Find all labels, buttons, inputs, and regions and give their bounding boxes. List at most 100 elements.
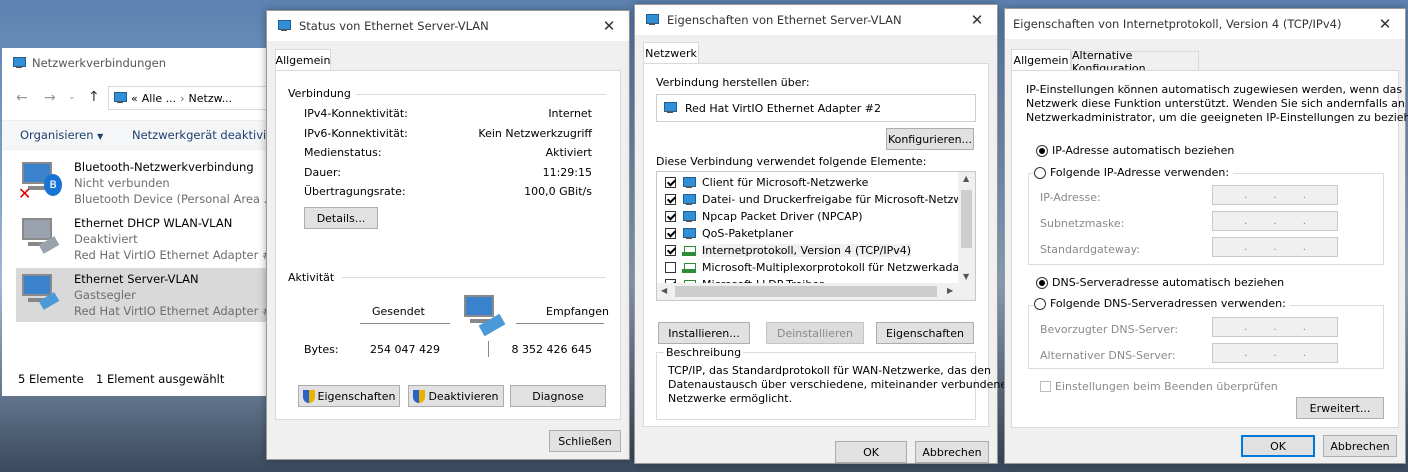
adapter-icon xyxy=(663,102,677,114)
duration-value: 11:29:15 xyxy=(542,166,592,179)
dns-auto-radio[interactable] xyxy=(1036,276,1048,289)
component-checkbox[interactable] xyxy=(665,177,676,188)
close-icon[interactable]: ✕ xyxy=(957,5,997,35)
dns-auto-option[interactable]: DNS-Serveradresse automatisch beziehen xyxy=(1036,276,1284,289)
close-button[interactable]: Schließen xyxy=(549,430,621,452)
connection-status: Deaktiviert xyxy=(74,232,138,246)
connection-item-ethernet-server[interactable]: Ethernet Server-VLAN Gastsegler Red Hat … xyxy=(16,268,279,322)
ip-auto-option[interactable]: IP-Adresse automatisch beziehen xyxy=(1036,144,1234,157)
shield-icon xyxy=(302,389,315,403)
ok-button[interactable]: OK xyxy=(835,441,907,463)
description-line: TCP/IP, das Standardprotokoll für WAN-Ne… xyxy=(668,364,991,377)
horizontal-scrollbar[interactable]: ◀ ▶ xyxy=(657,283,975,300)
cancel-button[interactable]: Abbrechen xyxy=(1323,435,1397,457)
component-checkbox[interactable] xyxy=(665,194,676,205)
tab-general[interactable]: Allgemein xyxy=(1011,49,1071,71)
address-item-all[interactable]: Alle ... xyxy=(142,92,176,105)
subnet-field[interactable]: ... xyxy=(1212,211,1338,231)
advanced-button[interactable]: Erweitert... xyxy=(1296,397,1384,419)
status-properties-button[interactable]: Eigenschaften xyxy=(298,385,400,407)
list-item[interactable]: Microsoft-Multiplexorprotokoll für Netzw… xyxy=(665,261,975,274)
validate-option[interactable]: Einstellungen beim Beenden überprüfen xyxy=(1040,380,1278,393)
properties-panel: Verbindung herstellen über: Red Hat Virt… xyxy=(643,63,1007,427)
properties-titlebar: Eigenschaften von Ethernet Server-VLAN ✕ xyxy=(635,5,997,35)
uninstall-button[interactable]: Deinstallieren xyxy=(766,322,864,344)
organize-menu[interactable]: Organisieren ▼ xyxy=(20,128,103,142)
ipv4-properties-dialog: Eigenschaften von Internetprotokoll, Ver… xyxy=(1004,8,1408,464)
alternate-dns-field[interactable]: ... xyxy=(1212,343,1338,363)
component-properties-button[interactable]: Eigenschaften xyxy=(876,322,974,344)
tab-general[interactable]: Allgemein xyxy=(275,49,331,71)
cancel-button[interactable]: Abbrechen xyxy=(915,441,989,463)
speed-value: 100,0 GBit/s xyxy=(524,185,592,198)
up-arrow-icon[interactable]: ↑ xyxy=(88,89,100,105)
bytes-sent-value: 254 047 429 xyxy=(370,343,440,356)
component-checkbox[interactable] xyxy=(665,245,676,256)
tab-network[interactable]: Netzwerk xyxy=(643,42,699,64)
component-checkbox[interactable] xyxy=(665,262,676,273)
dropdown-arrow-icon: ▼ xyxy=(97,132,104,141)
sent-label: Gesendet xyxy=(372,305,425,318)
validate-checkbox[interactable] xyxy=(1040,381,1051,392)
diagnose-button[interactable]: Diagnose xyxy=(510,385,606,407)
close-icon[interactable]: ✕ xyxy=(1365,9,1405,39)
connect-via-label: Verbindung herstellen über: xyxy=(656,76,810,89)
hscroll-thumb[interactable] xyxy=(675,286,937,297)
list-item[interactable]: Datei- und Druckerfreigabe für Microsoft… xyxy=(665,193,975,206)
component-checkbox[interactable] xyxy=(665,228,676,239)
list-item[interactable]: Client für Microsoft-Netzwerke xyxy=(665,176,868,189)
dns-manual-option[interactable]: Folgende DNS-Serveradressen verwenden: xyxy=(1034,297,1290,310)
ip-auto-radio[interactable] xyxy=(1036,144,1048,157)
ip-manual-radio[interactable] xyxy=(1034,166,1046,179)
forward-arrow-icon[interactable]: → xyxy=(44,90,56,106)
components-list[interactable]: Client für Microsoft-Netzwerke Datei- un… xyxy=(656,171,976,301)
address-item-network[interactable]: Netzw... xyxy=(189,92,233,105)
history-chevron-icon[interactable]: ⌄ xyxy=(68,92,76,102)
address-bar[interactable]: « Alle ... › Netzw... xyxy=(108,86,278,110)
back-arrow-icon[interactable]: ← xyxy=(16,90,28,106)
connection-device: Bluetooth Device (Personal Area ... xyxy=(74,192,275,206)
ok-button[interactable]: OK xyxy=(1241,435,1315,457)
scroll-up-icon[interactable]: ▲ xyxy=(963,174,969,183)
connection-item-bluetooth[interactable]: ʙ ✕ Bluetooth-Netzwerkverbindung Nicht v… xyxy=(16,156,275,208)
scroll-thumb[interactable] xyxy=(961,190,972,248)
status-deactivate-button[interactable]: Deaktivieren xyxy=(408,385,504,407)
details-button[interactable]: Details... xyxy=(304,207,378,229)
address-separator: › xyxy=(180,91,185,105)
components-label: Diese Verbindung verwendet folgende Elem… xyxy=(656,155,927,168)
ip-address-field[interactable]: ... xyxy=(1212,185,1338,205)
media-value: Aktiviert xyxy=(545,146,592,159)
duration-label: Dauer: xyxy=(304,166,341,179)
scroll-down-icon[interactable]: ▼ xyxy=(963,272,969,281)
network-icon xyxy=(277,20,291,32)
properties-title: Eigenschaften von Ethernet Server-VLAN xyxy=(667,13,902,27)
connection-item-ethernet-dhcp[interactable]: Ethernet DHCP WLAN-VLAN Deaktiviert Red … xyxy=(16,212,279,264)
ethernet-properties-dialog: Eigenschaften von Ethernet Server-VLAN ✕… xyxy=(634,4,1007,464)
bytes-divider xyxy=(488,341,489,357)
vertical-scrollbar[interactable]: ▲ ▼ xyxy=(958,172,975,284)
network-folder-icon xyxy=(12,57,26,69)
list-item[interactable]: Npcap Packet Driver (NPCAP) xyxy=(665,210,863,223)
install-button[interactable]: Installieren... xyxy=(658,322,750,344)
activity-heading: Aktivität xyxy=(288,271,335,284)
ip-manual-option[interactable]: Folgende IP-Adresse verwenden: xyxy=(1034,166,1234,179)
configure-button[interactable]: Konfigurieren... xyxy=(886,128,974,150)
shield-icon xyxy=(413,389,426,403)
scroll-right-icon[interactable]: ▶ xyxy=(947,286,953,295)
connection-name: Ethernet DHCP WLAN-VLAN xyxy=(74,216,233,230)
connection-status: Gastsegler xyxy=(74,288,136,302)
dns-manual-radio[interactable] xyxy=(1034,297,1046,310)
bytes-label: Bytes: xyxy=(304,343,339,356)
list-item[interactable]: Internetprotokoll, Version 4 (TCP/IPv4) xyxy=(665,244,912,257)
received-label: Empfangen xyxy=(546,305,609,318)
preferred-dns-field[interactable]: ... xyxy=(1212,317,1338,337)
gateway-field[interactable]: ... xyxy=(1212,237,1338,257)
connection-name: Bluetooth-Netzwerkverbindung xyxy=(74,160,254,174)
explorer-titlebar: Netzwerkverbindungen xyxy=(12,56,166,70)
component-checkbox[interactable] xyxy=(665,211,676,222)
scroll-left-icon[interactable]: ◀ xyxy=(661,286,667,295)
deactivate-device-button[interactable]: Netzwerkgerät deaktiviere xyxy=(132,128,285,142)
list-item[interactable]: QoS-Paketplaner xyxy=(665,227,793,240)
close-icon[interactable]: ✕ xyxy=(589,11,629,41)
tab-alternative-config[interactable]: Alternative Konfiguration xyxy=(1071,49,1199,75)
